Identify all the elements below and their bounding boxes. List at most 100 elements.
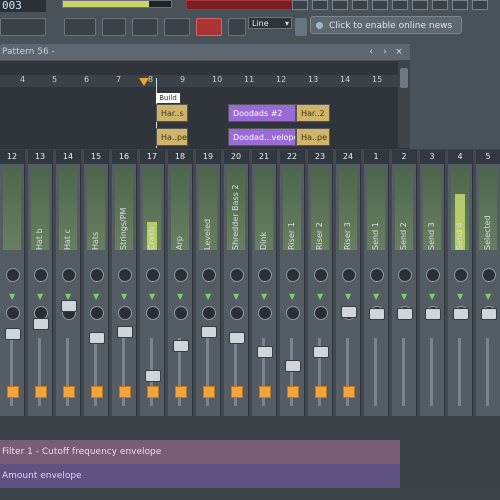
stereo-knob[interactable]: [286, 306, 300, 320]
mixer-strip[interactable]: 18 Arp ▼: [168, 150, 193, 416]
pan-knob[interactable]: [6, 268, 20, 282]
volume-fader[interactable]: [89, 332, 105, 344]
stereo-knob[interactable]: [230, 306, 244, 320]
playlist-clip[interactable]: Ha..pe: [156, 128, 188, 146]
volume-fader[interactable]: [313, 346, 329, 358]
chevron-left-icon[interactable]: ‹: [366, 47, 376, 57]
mute-button[interactable]: [343, 386, 355, 398]
mixer-strip[interactable]: 5 Selected ▼: [476, 150, 500, 416]
volume-fader[interactable]: [397, 308, 413, 320]
song-marker-icon[interactable]: [139, 78, 149, 86]
toolbar-icon[interactable]: [352, 0, 368, 10]
playlist-clip[interactable]: Ha..pe: [296, 128, 330, 146]
route-arrow-icon[interactable]: ▼: [205, 293, 211, 301]
online-news-banner[interactable]: Click to enable online news: [310, 16, 462, 34]
route-arrow-icon[interactable]: ▼: [93, 293, 99, 301]
playlist-clip[interactable]: Doodad...velope: [228, 128, 296, 146]
route-arrow-icon[interactable]: ▼: [37, 293, 43, 301]
mixer-strip[interactable]: 17 Crash ▼: [140, 150, 165, 416]
mixer-strip[interactable]: 3 Send 3 ▼: [420, 150, 445, 416]
record-button[interactable]: [196, 18, 222, 36]
mute-button[interactable]: [175, 386, 187, 398]
pan-knob[interactable]: [398, 268, 412, 282]
pan-knob[interactable]: [482, 268, 496, 282]
stereo-knob[interactable]: [118, 306, 132, 320]
toolbar-icon[interactable]: [372, 0, 388, 10]
tool-button[interactable]: [132, 18, 158, 36]
chevron-right-icon[interactable]: ›: [380, 47, 390, 57]
route-arrow-icon[interactable]: ▼: [317, 293, 323, 301]
pan-knob[interactable]: [118, 268, 132, 282]
pattern-mode-button[interactable]: [64, 18, 96, 36]
playlist-clip[interactable]: Har..2: [296, 104, 330, 122]
mixer-strip[interactable]: 20 Shredder Bass 2 ▼: [224, 150, 249, 416]
volume-fader[interactable]: [425, 308, 441, 320]
route-arrow-icon[interactable]: ▼: [177, 293, 183, 301]
mixer-strip[interactable]: 1 Send 1 ▼: [364, 150, 389, 416]
pan-knob[interactable]: [286, 268, 300, 282]
volume-fader[interactable]: [33, 318, 49, 330]
volume-fader[interactable]: [285, 360, 301, 372]
pan-knob[interactable]: [90, 268, 104, 282]
route-arrow-icon[interactable]: ▼: [289, 293, 295, 301]
route-arrow-icon[interactable]: ▼: [149, 293, 155, 301]
volume-fader[interactable]: [369, 308, 385, 320]
news-toggle[interactable]: [295, 18, 307, 36]
stereo-knob[interactable]: [90, 306, 104, 320]
mixer-strip[interactable]: 4 Send 4 ▼: [448, 150, 473, 416]
route-arrow-icon[interactable]: ▼: [401, 293, 407, 301]
snap-select[interactable]: Line: [248, 17, 292, 30]
volume-fader[interactable]: [61, 300, 77, 312]
mixer-strip[interactable]: 21 Dink ▼: [252, 150, 277, 416]
mute-button[interactable]: [231, 386, 243, 398]
mute-button[interactable]: [147, 386, 159, 398]
pan-knob[interactable]: [258, 268, 272, 282]
route-arrow-icon[interactable]: ▼: [121, 293, 127, 301]
playlist-clip[interactable]: Har..s: [156, 104, 188, 122]
stereo-knob[interactable]: [258, 306, 272, 320]
toolbar-icon[interactable]: [312, 0, 328, 10]
stereo-knob[interactable]: [202, 306, 216, 320]
mixer-strip[interactable]: 14 Hat c ▼: [56, 150, 81, 416]
stereo-knob[interactable]: [146, 306, 160, 320]
volume-fader[interactable]: [5, 328, 21, 340]
mute-button[interactable]: [7, 386, 19, 398]
tool-button[interactable]: [164, 18, 190, 36]
pan-knob[interactable]: [34, 268, 48, 282]
volume-fader[interactable]: [453, 308, 469, 320]
toolbar-icon[interactable]: [412, 0, 428, 10]
pan-knob[interactable]: [146, 268, 160, 282]
toolbar-icon[interactable]: [432, 0, 448, 10]
mute-button[interactable]: [119, 386, 131, 398]
mute-button[interactable]: [259, 386, 271, 398]
toolbar-icon[interactable]: [452, 0, 468, 10]
mixer-strip[interactable]: 19 Leveled ▼: [196, 150, 221, 416]
mute-button[interactable]: [63, 386, 75, 398]
mixer-strip[interactable]: 2 Send 2 ▼: [392, 150, 417, 416]
pan-knob[interactable]: [370, 268, 384, 282]
route-arrow-icon[interactable]: ▼: [429, 293, 435, 301]
mute-button[interactable]: [287, 386, 299, 398]
volume-fader[interactable]: [173, 340, 189, 352]
playlist-scrollbar[interactable]: [398, 60, 410, 148]
volume-fader[interactable]: [257, 346, 273, 358]
cutoff-envelope-lane[interactable]: Filter 1 - Cutoff frequency envelope: [0, 440, 400, 464]
mute-button[interactable]: [91, 386, 103, 398]
volume-fader[interactable]: [145, 370, 161, 382]
toolbar-icon[interactable]: [292, 0, 308, 10]
volume-fader[interactable]: [481, 308, 497, 320]
route-arrow-icon[interactable]: ▼: [261, 293, 267, 301]
pan-knob[interactable]: [426, 268, 440, 282]
mixer-strip[interactable]: 24 Riser 3 ▼: [336, 150, 361, 416]
mute-button[interactable]: [35, 386, 47, 398]
pan-knob[interactable]: [454, 268, 468, 282]
volume-fader[interactable]: [201, 326, 217, 338]
pan-knob[interactable]: [174, 268, 188, 282]
mixer-strip[interactable]: 13 Hat b ▼: [28, 150, 53, 416]
volume-fader[interactable]: [117, 326, 133, 338]
transport-controls[interactable]: [0, 18, 46, 36]
toolbar-icon[interactable]: [392, 0, 408, 10]
pan-knob[interactable]: [62, 268, 76, 282]
route-arrow-icon[interactable]: ▼: [345, 293, 351, 301]
toolbar-icon[interactable]: [472, 0, 488, 10]
